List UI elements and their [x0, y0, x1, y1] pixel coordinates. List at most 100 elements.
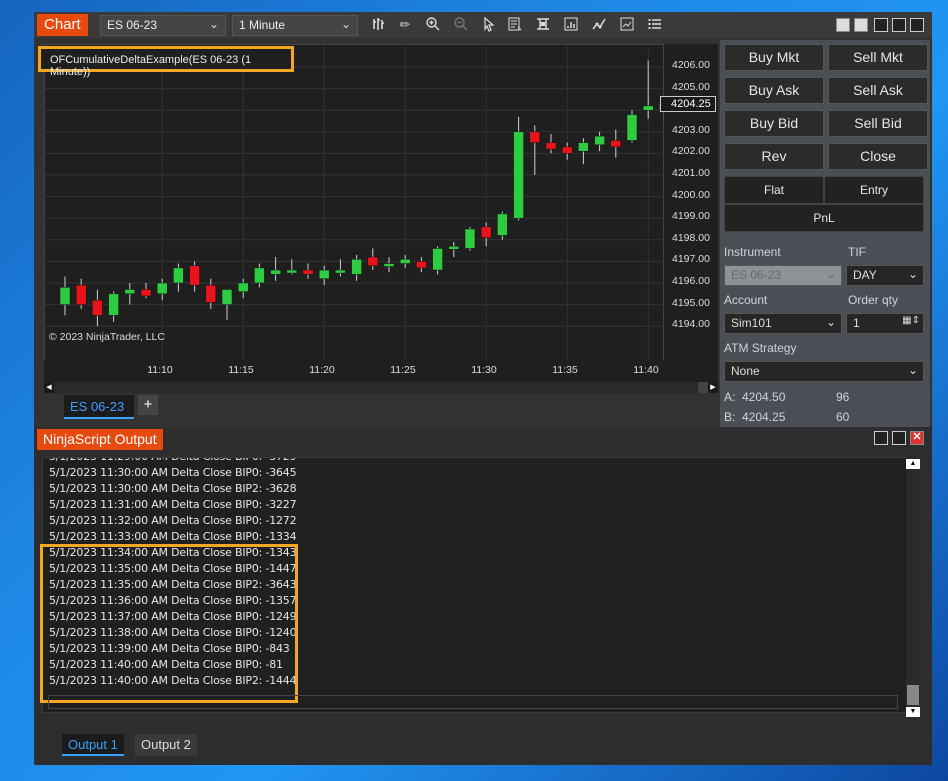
candle [189, 261, 200, 292]
price-tick-label: 4196.00 [672, 275, 710, 287]
chevron-down-icon: ⌄ [825, 267, 836, 281]
zoom-in-icon[interactable] [424, 16, 442, 34]
candle-body [108, 293, 119, 316]
candle-body [335, 269, 346, 274]
sell-market-button[interactable]: Sell Mkt [828, 44, 928, 71]
scroll-thumb[interactable] [698, 382, 708, 393]
candle-body [302, 269, 314, 275]
time-tick-label: 11:10 [147, 364, 173, 376]
candle [173, 263, 184, 292]
price-tick-label: 4194.00 [672, 318, 710, 331]
time-axis[interactable]: 11:10 11:15 11:20 11:25 11:30 11:35 11:40 [44, 360, 718, 382]
candle [513, 116, 524, 221]
price-tick-label: 4198.00 [672, 231, 710, 244]
time-tick-label: 11:30 [471, 364, 497, 376]
chart-titlebar: Chart ES 06-23 ⌄ 1 Minute ⌄ ✏ [34, 12, 932, 38]
bar-chart-icon[interactable] [370, 16, 388, 34]
indicators-icon[interactable] [618, 16, 636, 34]
candle-body [318, 269, 330, 279]
interval-selector[interactable]: 1 Minute ⌄ [232, 15, 358, 36]
candle [480, 222, 492, 247]
account-select[interactable]: Sim101 ⌄ [724, 313, 842, 334]
pencil-icon[interactable]: ✏ [396, 16, 414, 34]
data-box-icon[interactable] [506, 16, 524, 34]
atm-strategy-value: None [731, 364, 760, 378]
candle [561, 142, 573, 160]
zoom-out-icon[interactable] [452, 16, 470, 34]
buy-market-button[interactable]: Buy Mkt [724, 44, 824, 71]
stepper-icon[interactable]: ▦⇕ [902, 315, 920, 326]
chevron-down-icon: ⌄ [825, 315, 836, 329]
close-position-button[interactable]: Close [828, 143, 928, 170]
candle-body [432, 248, 443, 271]
scroll-right-icon[interactable]: ▶ [708, 382, 718, 393]
ask-size: 96 [836, 390, 850, 404]
chart-tab-es[interactable]: ES 06-23 [64, 395, 134, 419]
candle-body [189, 265, 200, 286]
candle-body [75, 284, 87, 305]
tab-output-1[interactable]: Output 1 [62, 734, 124, 756]
candle [351, 254, 362, 281]
time-tick-label: 11:20 [309, 364, 335, 376]
maximize-icon[interactable] [892, 18, 906, 32]
price-tick-label: 4200.00 [672, 188, 710, 201]
scroll-down-icon[interactable]: ▼ [906, 707, 920, 717]
scroll-thumb[interactable] [907, 685, 919, 705]
minimize-icon[interactable] [874, 18, 888, 32]
chevron-down-icon: ⌄ [907, 267, 918, 281]
tif-label: TIF [848, 245, 866, 259]
properties-icon[interactable] [562, 16, 580, 34]
highlight-box [40, 544, 298, 703]
add-tab-button[interactable]: + [138, 395, 158, 415]
price-axis[interactable]: 4206.004205.004204.004203.004202.004201.… [664, 44, 718, 382]
sell-ask-button[interactable]: Sell Ask [828, 77, 928, 104]
strategy-icon[interactable] [590, 16, 608, 34]
horizontal-scrollbar[interactable]: ◀ ▶ [44, 382, 718, 393]
copyright-text: © 2023 NinjaTrader, LLC [49, 331, 165, 343]
pointer-icon[interactable] [480, 16, 498, 34]
candle-body [237, 282, 249, 292]
instrument-field: ES 06-23 ⌄ [724, 265, 842, 286]
window-pin-icon[interactable] [836, 18, 850, 32]
templates-icon[interactable] [534, 16, 552, 34]
candle-body [513, 131, 524, 219]
list-icon[interactable] [646, 16, 664, 34]
output-input-field[interactable] [48, 695, 898, 709]
tab-output-2[interactable]: Output 2 [135, 734, 197, 756]
quantity-stepper[interactable]: 1 ▦⇕ [846, 313, 924, 334]
candle-body [416, 261, 427, 269]
chevron-down-icon: ⌄ [907, 363, 918, 377]
indicator-label: OFCumulativeDeltaExample(ES 06-23 (1 Min… [38, 46, 294, 78]
vertical-scrollbar[interactable]: ▲ ▼ [906, 457, 920, 717]
interval-selector-value: 1 Minute [239, 18, 286, 32]
order-qty-label: Order qty [848, 293, 899, 307]
close-icon[interactable] [910, 18, 924, 32]
atm-strategy-select[interactable]: None ⌄ [724, 361, 924, 382]
chevron-down-icon: ⌄ [208, 17, 219, 31]
candle [367, 248, 379, 271]
account-select-value: Sim101 [731, 316, 772, 330]
minimize-icon[interactable] [874, 431, 888, 445]
maximize-icon[interactable] [892, 431, 906, 445]
buy-bid-button[interactable]: Buy Bid [724, 110, 824, 137]
candle [92, 289, 103, 327]
close-icon[interactable]: ✕ [910, 431, 924, 445]
sell-bid-button[interactable]: Sell Bid [828, 110, 928, 137]
output-titlebar: NinjaScript Output ✕ [34, 427, 932, 453]
instrument-selector-value: ES 06-23 [107, 18, 158, 32]
candle [237, 278, 249, 299]
instrument-selector[interactable]: ES 06-23 ⌄ [100, 15, 226, 36]
scroll-up-icon[interactable]: ▲ [906, 459, 920, 469]
candle-body [286, 269, 298, 274]
price-tick-label: 4206.00 [672, 59, 710, 71]
candle-body [464, 228, 476, 249]
candle-body [270, 269, 281, 275]
tif-select[interactable]: DAY ⌄ [846, 265, 924, 286]
quantity-value: 1 [853, 316, 860, 330]
buy-ask-button[interactable]: Buy Ask [724, 77, 824, 104]
scroll-left-icon[interactable]: ◀ [44, 382, 54, 393]
window-link-icon[interactable] [854, 18, 868, 32]
reverse-button[interactable]: Rev [724, 143, 824, 170]
instrument-label: Instrument [724, 245, 781, 259]
candle [642, 60, 654, 119]
